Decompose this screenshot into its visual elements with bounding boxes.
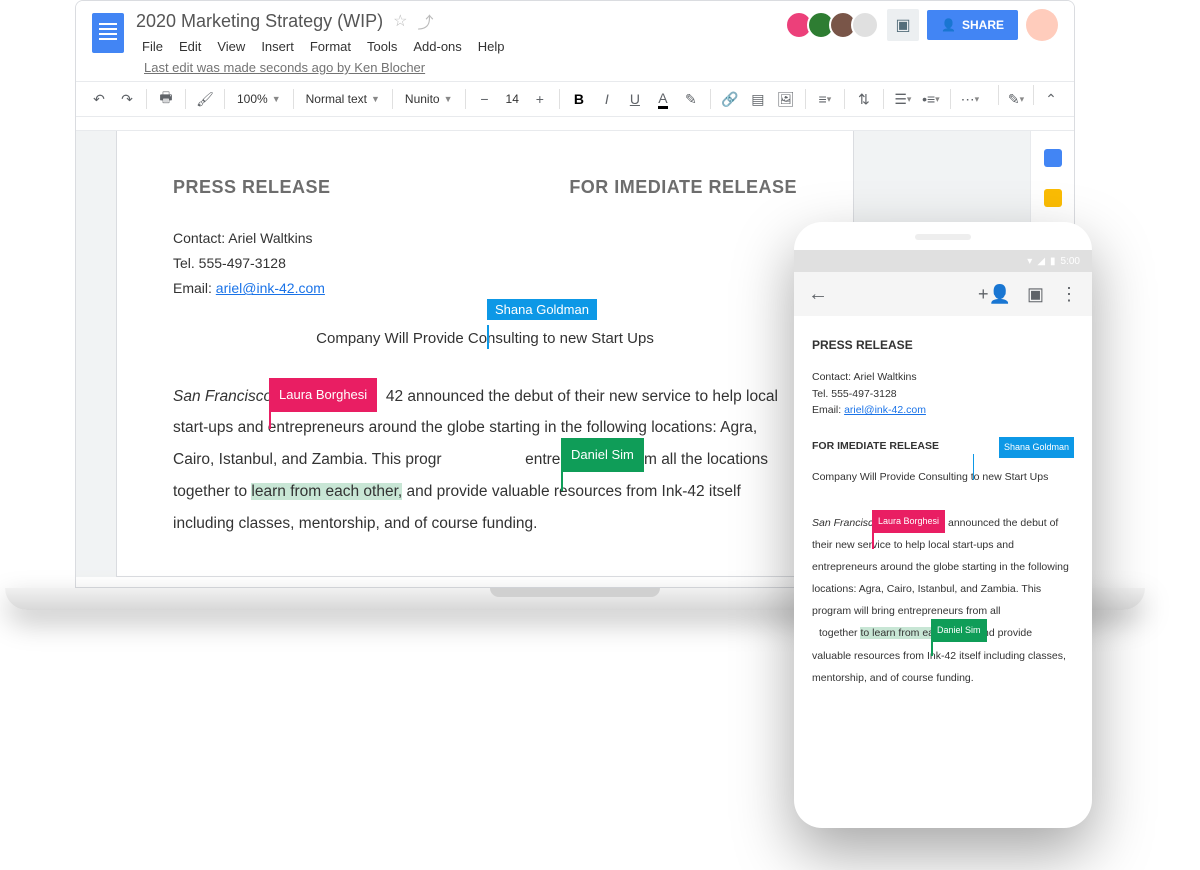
redo-icon[interactable]: ↷ [114,85,140,113]
menu-addons[interactable]: Add-ons [407,37,467,56]
italic-icon[interactable]: I [594,85,620,113]
menu-view[interactable]: View [211,37,251,56]
phone-email-link[interactable]: ariel@ink-42.com [844,404,926,416]
link-icon[interactable]: 🔗 [717,85,743,113]
cursor-line [931,632,933,656]
menu-tools[interactable]: Tools [361,37,403,56]
comment-icon[interactable]: ▣ [1027,284,1044,305]
cursor-line [487,325,489,349]
document-headline: Shana Goldman Company Will Provide Consu… [173,330,797,347]
text-color-icon[interactable]: A [650,85,676,113]
profile-avatar[interactable] [1026,9,1058,41]
person-add-icon[interactable]: +👤 [978,284,1011,305]
align-icon[interactable]: ≡▾ [812,85,838,113]
phone-toolbar: ← +👤 ▣ ⋮ [794,272,1092,316]
collaborator-tag-laura: Laura Borghesi [269,378,377,413]
title-area: 2020 Marketing Strategy (WIP) ☆ ⤴ File E… [136,9,779,75]
avatar[interactable] [851,11,879,39]
phone-body-text: Laura Borghesi Daniel Sim San FranciscLa… [812,512,1074,688]
battery-icon: ▮ [1050,256,1056,267]
comment-icon[interactable]: ▤ [745,85,771,113]
phone-speaker [915,234,971,240]
font-select[interactable]: Nunito▼ [399,92,459,106]
comments-button[interactable]: ▣ [887,9,919,41]
cursor-line [269,399,271,429]
contact-block: Contact: Ariel Waltkins Tel. 555-497-312… [173,226,797,302]
bold-icon[interactable]: B [566,85,592,113]
document-body: Laura Borghesi Daniel Sim San FranciscoL… [173,381,797,541]
highlight-icon[interactable]: ✎ [678,85,704,113]
editing-mode-icon[interactable]: ✎▾ [1003,85,1029,113]
collaborator-tag-daniel: Daniel Sim [561,438,644,473]
contact-email: Email: ariel@ink-42.com [173,276,797,301]
phone-tag-laura: Laura Borghesi [872,510,945,533]
font-size[interactable]: 14 [500,92,525,106]
formatting-toolbar: ↶ ↷ 🖶 🖌 100%▼ Normal text▼ Nunito▼ − 14 … [76,81,1074,117]
menu-help[interactable]: Help [472,37,511,56]
header-right: ▣ 👤 SHARE [791,9,1058,41]
font-size-dec-icon[interactable]: − [472,85,498,113]
highlighted-text: learn from each other, [251,483,402,500]
line-spacing-icon[interactable]: ⇅ [851,85,877,113]
wifi-icon: ▾ [1027,256,1032,267]
docs-header: 2020 Marketing Strategy (WIP) ☆ ⤴ File E… [76,1,1074,75]
phone-document[interactable]: PRESS RELEASE Contact: Ariel Waltkins Te… [794,316,1092,828]
phone-status-bar: ▾ ◢ ▮ 5:00 [794,250,1092,272]
cursor-line [973,454,975,480]
signal-icon: ◢ [1037,256,1045,267]
undo-icon[interactable]: ↶ [86,85,112,113]
contact-name: Contact: Ariel Waltkins [173,226,797,251]
menu-bar: File Edit View Insert Format Tools Add-o… [136,37,779,75]
edit-status[interactable]: Last edit was made seconds ago by Ken Bl… [144,60,425,75]
bulleted-list-icon[interactable]: •≡▾ [918,85,944,113]
paint-format-icon[interactable]: 🖌 [192,85,218,113]
phone-tag-shana: Shana Goldman [999,437,1074,458]
contact-tel: Tel. 555-497-3128 [173,251,797,276]
zoom-select[interactable]: 100%▼ [231,92,287,106]
person-add-icon: 👤 [941,18,956,32]
font-size-inc-icon[interactable]: + [527,85,553,113]
more-vert-icon[interactable]: ⋮ [1060,284,1078,305]
cursor-line [561,459,563,491]
numbered-list-icon[interactable]: ☰▾ [890,85,916,113]
share-button[interactable]: 👤 SHARE [927,10,1018,40]
phone-tag-daniel: Daniel Sim [931,619,987,642]
for-release-heading: FOR IMEDIATE RELEASE [569,177,797,198]
style-select[interactable]: Normal text▼ [300,92,386,106]
press-release-heading: PRESS RELEASE [173,177,331,198]
phone-frame: ▾ ◢ ▮ 5:00 ← +👤 ▣ ⋮ PRESS RELEASE Contac… [794,222,1092,828]
cursor-line [872,525,874,549]
document-page[interactable]: PRESS RELEASE FOR IMEDIATE RELEASE Conta… [116,131,854,577]
docs-app-icon[interactable] [92,13,124,53]
collaborator-tag-shana: Shana Goldman [487,299,597,320]
back-icon[interactable]: ← [808,283,828,306]
phone-press-release: PRESS RELEASE [812,334,1074,357]
image-icon[interactable]: 🖼 [773,85,799,113]
print-icon[interactable]: 🖶 [153,85,179,113]
phone-time: 5:00 [1061,256,1080,267]
more-icon[interactable]: ⋯▾ [957,85,983,113]
ruler[interactable] [76,117,1074,131]
menu-file[interactable]: File [136,37,169,56]
menu-format[interactable]: Format [304,37,357,56]
collaborator-avatars[interactable] [791,11,879,39]
laptop-notch [490,588,660,597]
calendar-icon[interactable] [1044,149,1062,167]
menu-edit[interactable]: Edit [173,37,207,56]
underline-icon[interactable]: U [622,85,648,113]
email-link[interactable]: ariel@ink-42.com [216,280,325,296]
expand-icon[interactable]: ⌃ [1038,85,1064,113]
share-label: SHARE [962,18,1004,32]
document-title[interactable]: 2020 Marketing Strategy (WIP) [136,11,383,32]
phone-headline: Company Will Provide Consulting to new S… [812,468,1074,488]
keep-icon[interactable] [1044,189,1062,207]
phone-contact-block: Contact: Ariel Waltkins Tel. 555-497-312… [812,369,1074,419]
menu-insert[interactable]: Insert [255,37,300,56]
move-folder-icon[interactable]: ⤴ [417,9,433,33]
phone-for-release: FOR IMEDIATE RELEASE [812,437,939,457]
star-icon[interactable]: ☆ [393,11,407,31]
